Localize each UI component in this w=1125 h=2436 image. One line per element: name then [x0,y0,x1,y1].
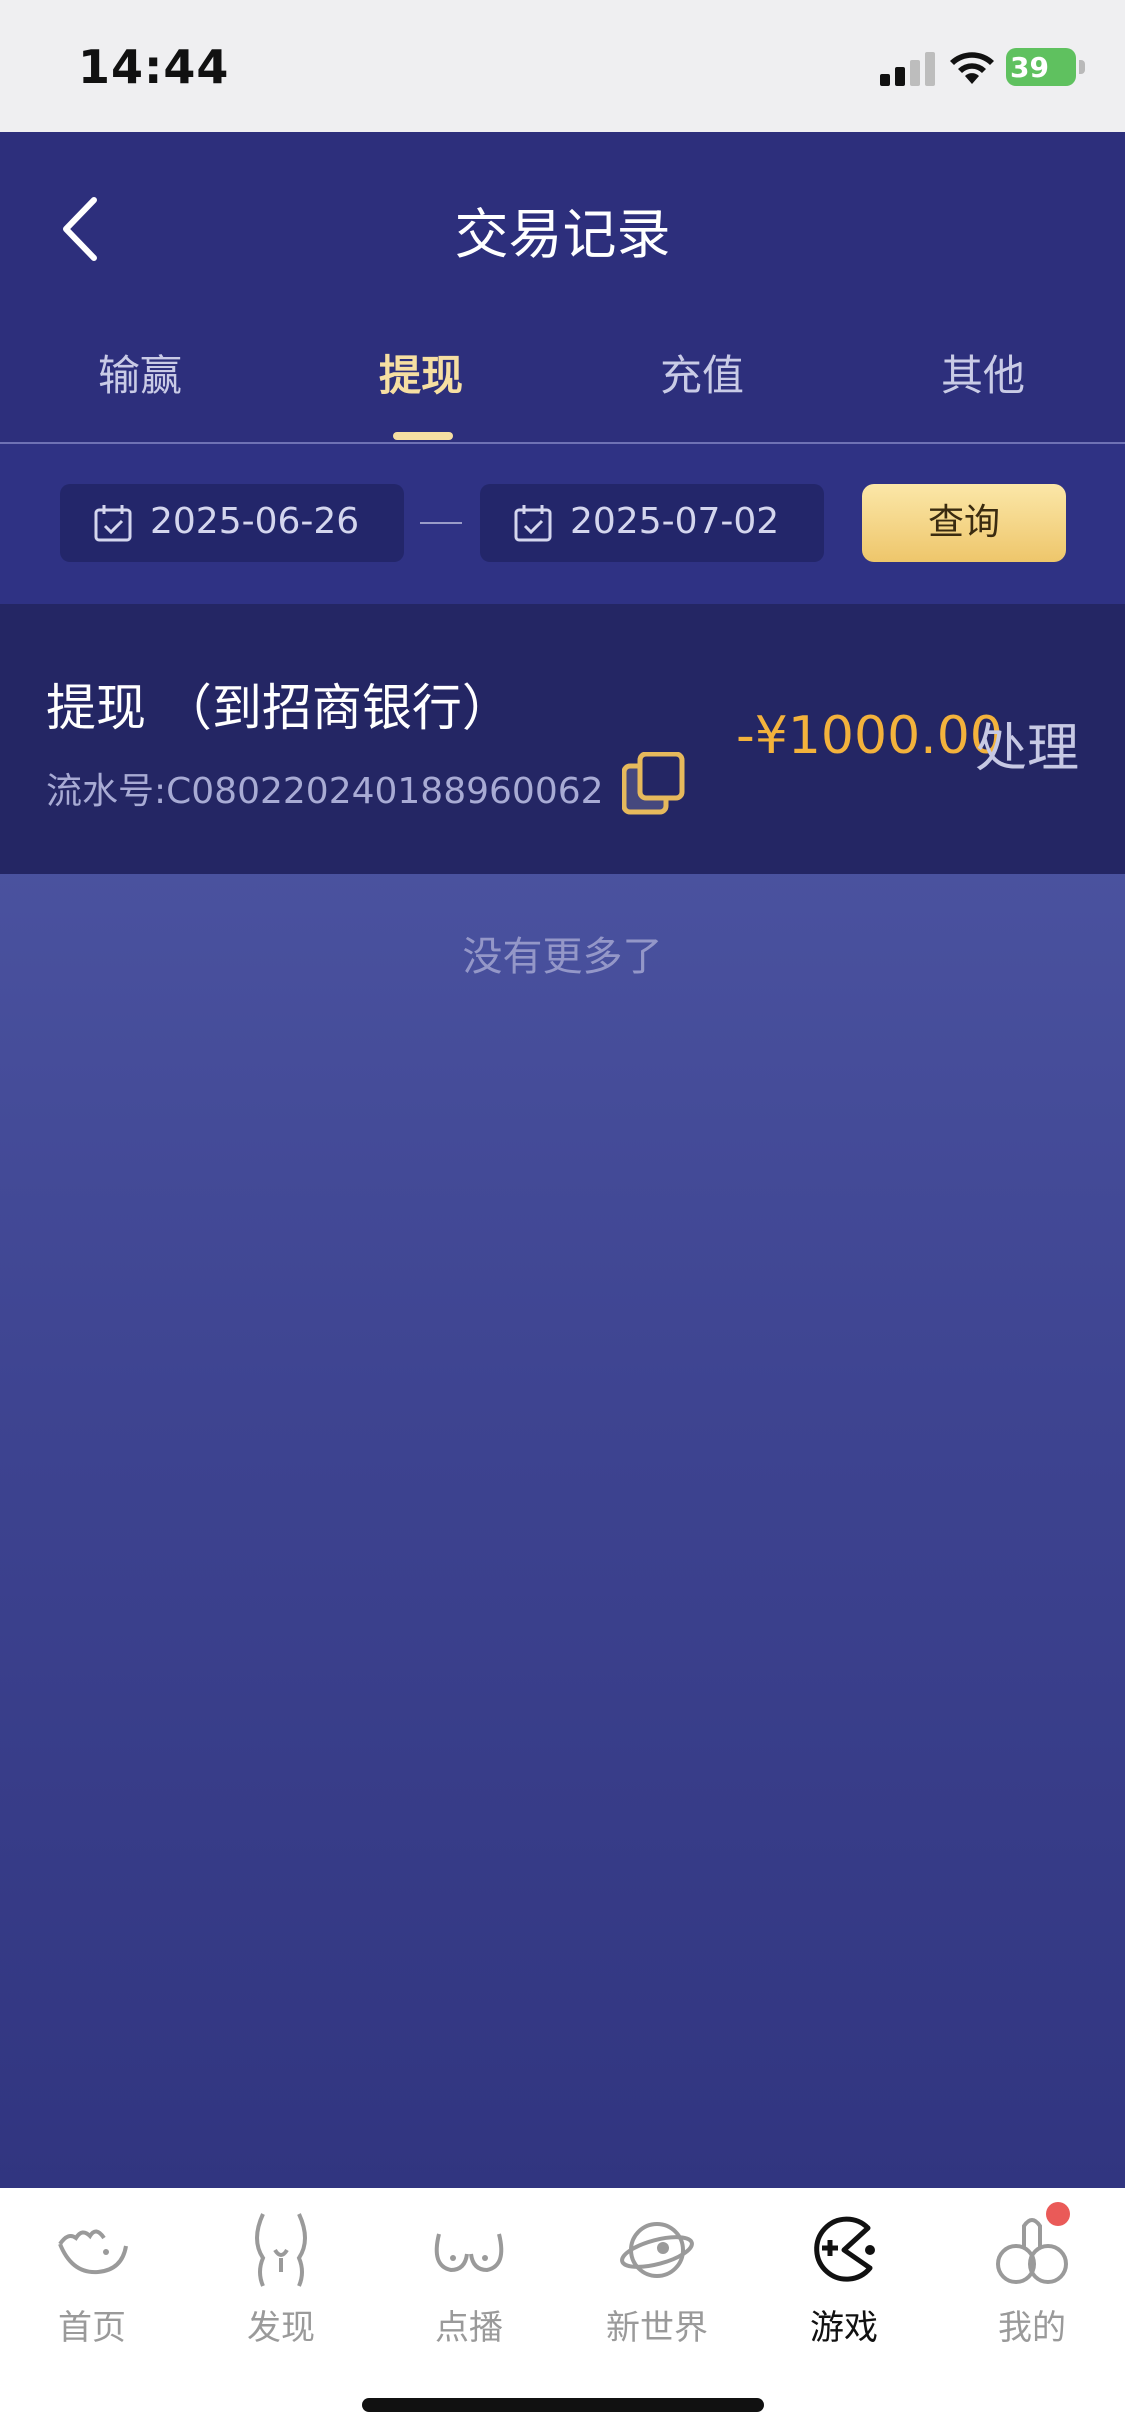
copy-icon[interactable] [622,752,686,816]
tab-deposit[interactable]: 充值 [602,342,802,403]
no-more-text: 没有更多了 [462,934,663,980]
nav-item-discover[interactable]: 发现 [201,2210,361,2350]
battery-icon: 39 [1006,48,1086,86]
battery-level: 39 [1010,51,1049,84]
tab-win-loss[interactable]: 输赢 [40,342,240,403]
record-status: 处理 [975,719,1080,779]
tab-bar: 输赢 提现 充值 其他 [0,342,1125,442]
on-demand-icon [434,2233,504,2273]
record-list: 提现 （到招商银行） 流水号:C080220240188960062 -¥100… [0,604,1125,2188]
list-item[interactable]: 提现 （到招商银行） 流水号:C080220240188960062 -¥100… [0,604,1125,874]
discover-icon [255,2213,307,2287]
tab-other[interactable]: 其他 [883,342,1083,403]
game-icon [814,2216,875,2282]
query-button[interactable]: 查询 [862,484,1066,562]
status-bar: 14:44 39 [0,0,1125,132]
nav-label-game: 游戏 [810,2308,878,2348]
start-date-picker[interactable]: 2025-06-26 [60,484,404,562]
record-amount: -¥1000.00 [736,706,1003,766]
calendar-icon [94,505,132,542]
nav-label-profile: 我的 [998,2308,1066,2348]
wifi-icon [950,52,994,84]
nav-item-home[interactable]: 首页 [12,2210,172,2350]
nav-item-on-demand[interactable]: 点播 [389,2210,549,2350]
end-date-value: 2025-07-02 [570,501,780,542]
header: 交易记录 输赢 提现 充值 其他 [0,132,1125,444]
active-tab-indicator [393,432,453,440]
nav-item-new-world[interactable]: 新世界 [577,2210,737,2350]
date-filter-bar: 2025-06-26 2025-07-02 查询 [0,444,1125,604]
record-serial-number: 流水号:C080220240188960062 [46,771,604,812]
nav-label-new-world: 新世界 [606,2308,708,2348]
home-indicator [362,2398,764,2412]
planet-icon [620,2222,694,2278]
calendar-icon [514,505,552,542]
home-icon [58,2229,128,2275]
nav-label-on-demand: 点播 [435,2308,503,2348]
nav-label-home: 首页 [58,2308,126,2348]
nav-item-profile[interactable]: 我的 [952,2210,1112,2350]
cellular-signal-icon [880,52,935,86]
status-time: 14:44 [78,40,230,94]
notification-badge [1046,2202,1070,2226]
start-date-value: 2025-06-26 [150,501,360,542]
end-date-picker[interactable]: 2025-07-02 [480,484,824,562]
nav-label-discover: 发现 [247,2308,315,2348]
record-title: 提现 （到招商银行） [46,679,512,737]
date-range-separator [420,522,462,524]
nav-item-game[interactable]: 游戏 [764,2210,924,2350]
page-title: 交易记录 [454,203,671,266]
tab-withdraw[interactable]: 提现 [321,342,521,403]
